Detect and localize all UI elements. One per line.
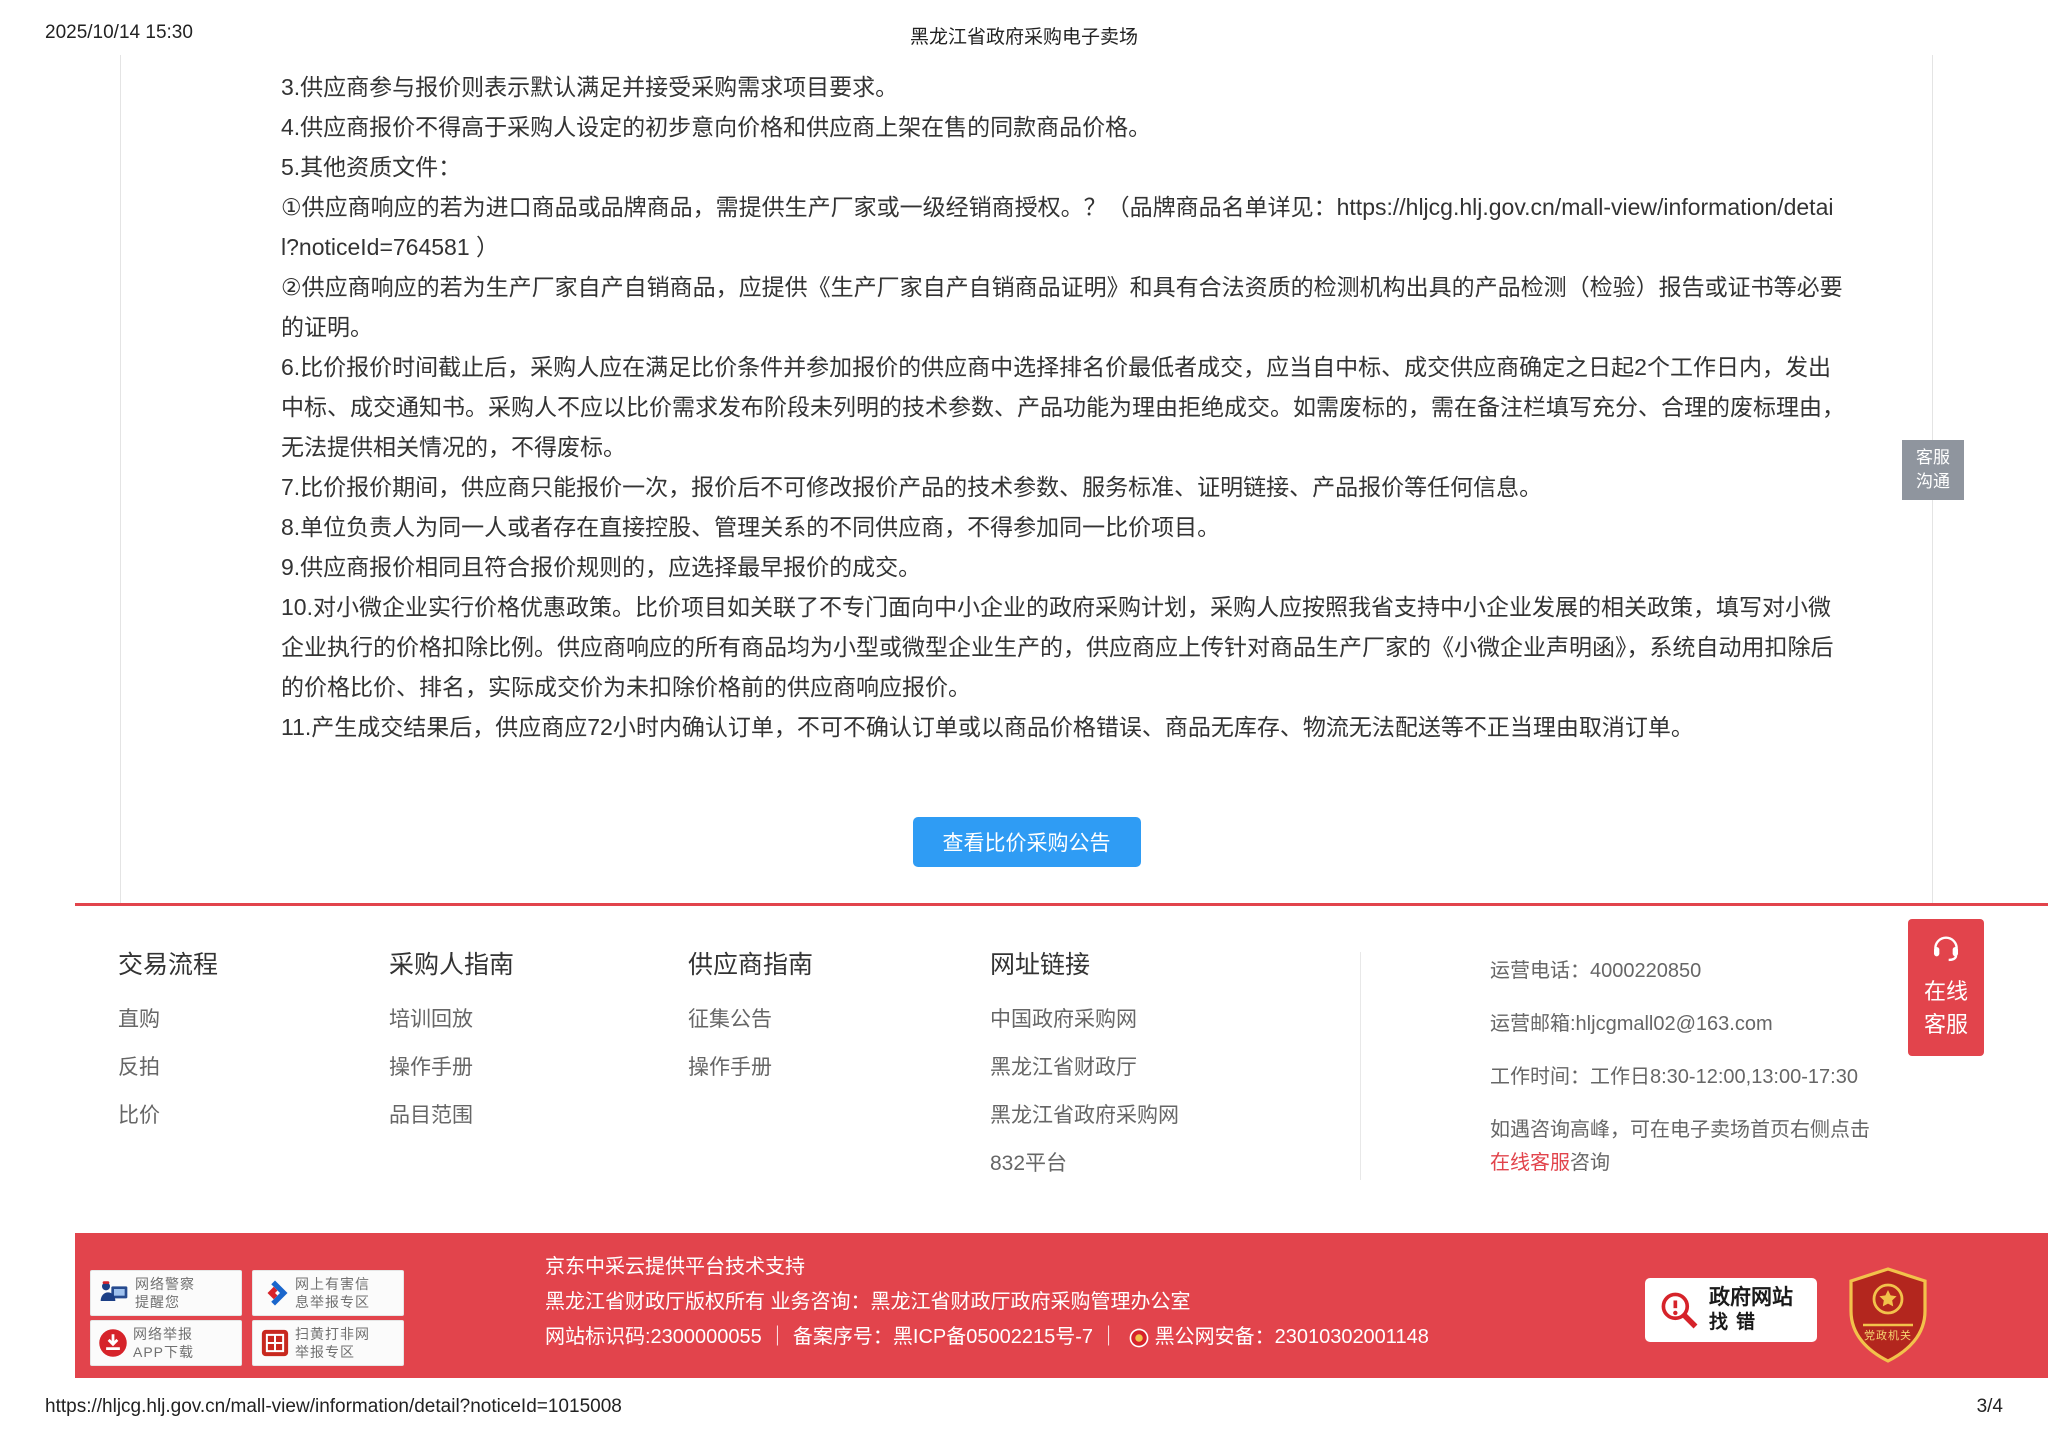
footer-link[interactable]: 操作手册 — [389, 1057, 514, 1078]
chat-tab-line2: 沟通 — [1916, 470, 1950, 494]
harmful-info-report-badge[interactable]: 网上有害信 息举报专区 — [252, 1270, 404, 1316]
view-announcement-button[interactable]: 查看比价采购公告 — [913, 817, 1141, 867]
badge-label: 扫黄打非网 举报专区 — [295, 1325, 370, 1361]
footer-contact-block: 运营电话：4000220850 运营邮箱:hljcgmall02@163.com… — [1490, 956, 1870, 1201]
bottom-bar-text: 京东中采云提供平台技术支持 黑龙江省财政厅版权所有 业务咨询：黑龙江省财政厅政府… — [545, 1250, 1429, 1355]
party-gov-shield-badge[interactable]: 党政机关 — [1847, 1267, 1929, 1365]
seal-icon — [260, 1328, 290, 1358]
footer-column-url-links: 网址链接 中国政府采购网 黑龙江省财政厅 黑龙江省政府采购网 832平台 — [990, 945, 1179, 1201]
footer-vertical-divider — [1360, 952, 1361, 1180]
notice-paragraph: 6.比价报价时间截止后，采购人应在满足比价条件并参加报价的供应商中选择排名价最低… — [281, 347, 1846, 467]
footer-link[interactable]: 反拍 — [118, 1057, 218, 1078]
registration-line: 网站标识码:2300000055 ｜ 备案序号：黑ICP备05002215号-7… — [545, 1320, 1429, 1355]
notice-paragraph: 3.供应商参与报价则表示默认满足并接受采购需求项目要求。 — [281, 67, 1846, 107]
online-tab-line2: 客服 — [1924, 1008, 1968, 1041]
footer-link[interactable]: 操作手册 — [688, 1057, 813, 1078]
notice-paragraph: 4.供应商报价不得高于采购人设定的初步意向价格和供应商上架在售的同款商品价格。 — [281, 107, 1846, 147]
notice-paragraph: 5.其他资质文件： — [281, 147, 1846, 187]
contact-peak-suffix: 咨询 — [1570, 1152, 1610, 1174]
footer-top-divider — [75, 903, 2048, 906]
notice-content-box: 3.供应商参与报价则表示默认满足并接受采购需求项目要求。 4.供应商报价不得高于… — [120, 55, 1933, 905]
anti-pornography-badge[interactable]: 扫黄打非网 举报专区 — [252, 1320, 404, 1366]
print-title: 黑龙江省政府采购电子卖场 — [0, 22, 2048, 49]
notice-paragraph: 11.产生成交结果后，供应商应72小时内确认订单，不可不确认订单或以商品价格错误… — [281, 707, 1846, 747]
footer-column-supplier-guide: 供应商指南 征集公告 操作手册 — [688, 945, 813, 1105]
shield-icon — [1847, 1267, 1929, 1365]
notice-paragraph: 8.单位负责人为同一人或者存在直接控股、管理关系的不同供应商，不得参加同一比价项… — [281, 507, 1846, 547]
gov-badge-label: 政府网站 找错 — [1709, 1285, 1793, 1335]
download-icon — [98, 1328, 128, 1358]
badge-label: 网络警察 提醒您 — [135, 1275, 195, 1311]
print-page: 2025/10/14 15:30 黑龙江省政府采购电子卖场 3.供应商参与报价则… — [0, 0, 2048, 1447]
footer-column-trade-process: 交易流程 直购 反拍 比价 — [118, 945, 218, 1153]
footer-link[interactable]: 中国政府采购网 — [990, 1009, 1179, 1030]
footer-column-title: 供应商指南 — [688, 945, 813, 981]
contact-email: 运营邮箱:hljcgmall02@163.com — [1490, 1009, 1870, 1039]
notice-paragraph: ①供应商响应的若为进口商品或品牌商品，需提供生产厂家或一级经销商授权。？（品牌商… — [281, 187, 1846, 267]
contact-peak-line2: 在线客服咨询 — [1490, 1148, 1870, 1178]
badge-label: 网络举报 APP下载 — [133, 1325, 194, 1361]
copyright-line: 黑龙江省财政厅版权所有 业务咨询：黑龙江省财政厅政府采购管理办公室 — [545, 1285, 1429, 1320]
footer-column-title: 网址链接 — [990, 945, 1179, 981]
notice-paragraph: 10.对小微企业实行价格优惠政策。比价项目如关联了不专门面向中小企业的政府采购计… — [281, 587, 1846, 707]
footer-link[interactable]: 黑龙江省政府采购网 — [990, 1105, 1179, 1126]
footer-link[interactable]: 直购 — [118, 1009, 218, 1030]
footer-link[interactable]: 黑龙江省财政厅 — [990, 1057, 1179, 1078]
online-tab-line1: 在线 — [1924, 975, 1968, 1008]
contact-phone: 运营电话：4000220850 — [1490, 956, 1870, 986]
footer-column-title: 采购人指南 — [389, 945, 514, 981]
footer-column-title: 交易流程 — [118, 945, 218, 981]
print-url: https://hljcg.hlj.gov.cn/mall-view/infor… — [45, 1396, 622, 1418]
online-service-link[interactable]: 在线客服 — [1490, 1152, 1570, 1174]
footer-link[interactable]: 品目范围 — [389, 1105, 514, 1126]
footer-column-purchaser-guide: 采购人指南 培训回放 操作手册 品目范围 — [389, 945, 514, 1153]
public-security-number: 黑公网安备：23010302001148 — [1155, 1320, 1429, 1355]
report-app-download-badge[interactable]: 网络举报 APP下载 — [90, 1320, 242, 1366]
cyber-police-badge[interactable]: 网络警察 提醒您 — [90, 1270, 242, 1316]
party-badge-label: 党政机关 — [1847, 1327, 1929, 1343]
site-code-icp-text: 网站标识码:2300000055 ｜ 备案序号：黑ICP备05002215号-7… — [545, 1320, 1119, 1355]
headset-icon — [1930, 932, 1962, 971]
footer-link[interactable]: 832平台 — [990, 1153, 1179, 1174]
footer-link[interactable]: 征集公告 — [688, 1009, 813, 1030]
notice-paragraph: ②供应商响应的若为生产厂家自产自销商品，应提供《生产厂家自产自销商品证明》和具有… — [281, 267, 1846, 347]
police-icon — [98, 1277, 130, 1309]
footer-link[interactable]: 培训回放 — [389, 1009, 514, 1030]
notice-paragraph: 7.比价报价期间，供应商只能报价一次，报价后不可修改报价产品的技术参数、服务标准… — [281, 467, 1846, 507]
notice-paragraph: 9.供应商报价相同且符合报价规则的，应选择最早报价的成交。 — [281, 547, 1846, 587]
contact-peak-notice: 如遇咨询高峰，可在电子卖场首页右侧点击 — [1490, 1115, 1870, 1145]
contact-hours: 工作时间：工作日8:30-12:00,13:00-17:30 — [1490, 1062, 1870, 1092]
online-service-tab[interactable]: 在线 客服 — [1908, 919, 1984, 1056]
bottom-bar: 网络警察 提醒您 网上有害信 息举报专区 — [75, 1233, 2048, 1378]
page-indicator: 3/4 — [1977, 1396, 2003, 1418]
public-security-emblem-icon — [1129, 1328, 1149, 1348]
report-diamond-icon — [260, 1278, 290, 1308]
footer-link[interactable]: 比价 — [118, 1105, 218, 1126]
chat-service-tab[interactable]: 客服 沟通 — [1902, 440, 1964, 500]
notice-rules-text: 3.供应商参与报价则表示默认满足并接受采购需求项目要求。 4.供应商报价不得高于… — [281, 67, 1846, 747]
badge-label: 网上有害信 息举报专区 — [295, 1275, 370, 1311]
gov-site-error-report-badge[interactable]: 政府网站 找错 — [1645, 1278, 1817, 1342]
chat-tab-line1: 客服 — [1916, 446, 1950, 470]
platform-support-line: 京东中采云提供平台技术支持 — [545, 1250, 1429, 1285]
magnifier-icon — [1657, 1288, 1701, 1332]
